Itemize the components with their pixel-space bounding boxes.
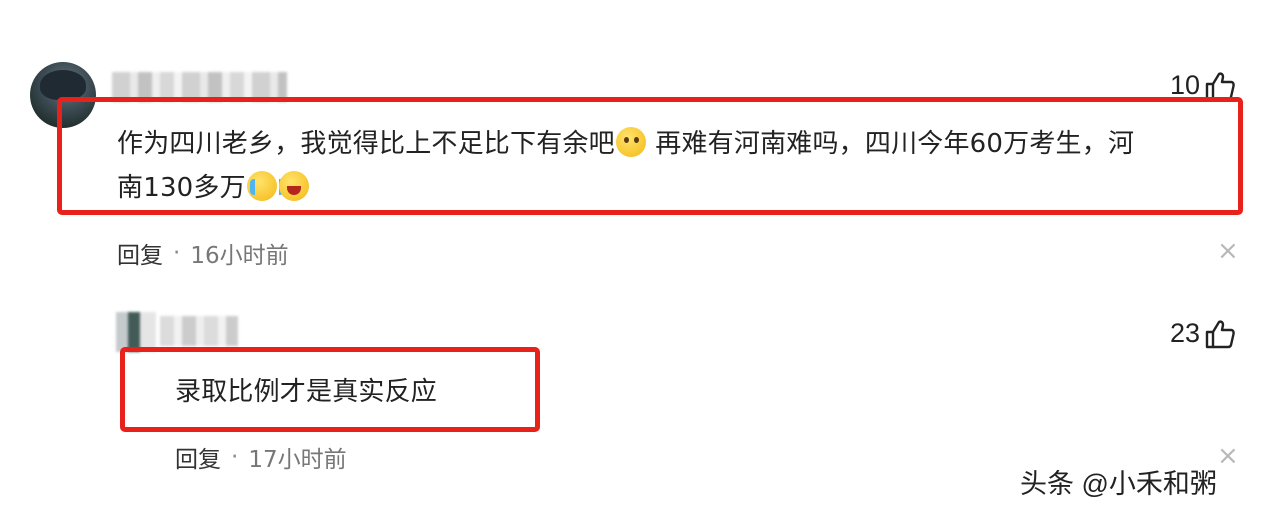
separator-dot: · (231, 444, 239, 470)
loudly-crying-face-icon (246, 171, 284, 201)
thumbs-up-icon[interactable] (1204, 319, 1236, 349)
comment-text: 作为四川老乡，我觉得比上不足比下有余吧 再难有河南难吗，四川今年60万考生，河 … (117, 127, 1135, 203)
like-count: 23 (1170, 318, 1201, 348)
separator-dot: · (173, 240, 181, 266)
reply-button[interactable]: 回复 (175, 440, 221, 474)
comment-meta: 回复 · 17小时前 (175, 440, 347, 474)
comment-meta: 回复 · 16小时前 (117, 236, 289, 270)
timestamp: 17小时前 (248, 447, 347, 473)
avatar[interactable] (116, 312, 156, 352)
username-redacted (160, 316, 238, 346)
laughing-face-icon (278, 171, 309, 201)
close-icon[interactable]: × (1217, 238, 1239, 264)
like-group[interactable]: 23 (1170, 318, 1236, 349)
thinking-face-icon (615, 127, 646, 157)
comment-text: 录取比例才是真实反应 (175, 377, 438, 407)
reply-button[interactable]: 回复 (117, 236, 163, 270)
timestamp: 16小时前 (190, 243, 289, 269)
close-icon[interactable]: × (1217, 443, 1239, 469)
thumbs-up-icon[interactable] (1204, 71, 1236, 101)
watermark: 头条 @小禾和粥 (1020, 469, 1217, 499)
